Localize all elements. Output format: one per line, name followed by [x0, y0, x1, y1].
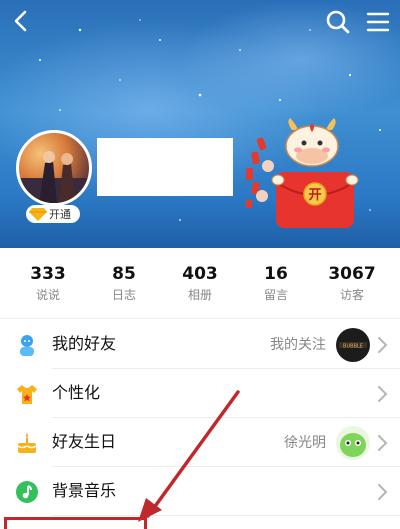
- menu-item-personalize[interactable]: 个性化: [0, 369, 400, 418]
- search-button[interactable]: [322, 6, 354, 38]
- stat-label: 留言: [263, 288, 288, 302]
- stat-label: 日志: [111, 288, 136, 302]
- music-note-icon: [14, 479, 40, 505]
- avatar[interactable]: [16, 130, 92, 206]
- birthday-cake-icon: [14, 430, 40, 456]
- ox-icon: [285, 118, 339, 167]
- profile-header: 开通 开: [0, 0, 400, 248]
- stat-label: 相册: [187, 288, 212, 302]
- stat-rizhi[interactable]: 85 日志: [89, 263, 159, 303]
- row-divider: [52, 515, 400, 516]
- following-avatar-text: BUBBLE: [343, 344, 363, 350]
- menu-item-music[interactable]: 背景音乐: [0, 467, 400, 516]
- ox-mascot-hongbao-image[interactable]: 开: [240, 116, 360, 234]
- divider: [0, 318, 400, 319]
- menu-item-title: 背景音乐: [52, 481, 117, 500]
- birthday-friend-avatar[interactable]: [336, 426, 370, 460]
- stat-value: 333: [30, 264, 66, 284]
- red-envelope-icon: 开: [271, 172, 359, 228]
- menu-list: 我的好友 我的关注 BUBBLE 个性化 好友生日 徐光明 背景音乐: [0, 320, 400, 516]
- stat-xiangce[interactable]: 403 相册: [165, 263, 235, 303]
- hongbao-open-text: 开: [308, 188, 321, 203]
- annotation-highlight-box: [4, 517, 147, 529]
- following-link[interactable]: 我的关注: [270, 335, 326, 355]
- menu-button[interactable]: [362, 6, 394, 38]
- following-avatar[interactable]: BUBBLE: [336, 328, 370, 362]
- back-button[interactable]: [6, 6, 36, 36]
- stat-value: 16: [264, 264, 288, 284]
- menu-item-title: 个性化: [52, 383, 101, 402]
- chevron-right-icon: [378, 484, 388, 500]
- menu-item-title: 好友生日: [52, 432, 117, 451]
- search-icon: [326, 10, 350, 34]
- stat-fangke[interactable]: 3067 访客: [317, 263, 387, 303]
- stat-liuyan[interactable]: 16 留言: [241, 263, 311, 303]
- chevron-left-icon: [14, 10, 27, 32]
- menu-item-birthday[interactable]: 好友生日 徐光明: [0, 418, 400, 467]
- stat-value: 85: [112, 264, 136, 284]
- friends-icon: [14, 332, 40, 358]
- vip-open-label: 开通: [49, 208, 71, 221]
- chevron-right-icon: [378, 386, 388, 402]
- firecracker-icon: [246, 137, 274, 208]
- chevron-right-icon: [378, 435, 388, 451]
- stat-shuoshuo[interactable]: 333 说说: [13, 263, 83, 303]
- hamburger-menu-icon: [366, 12, 390, 32]
- birthday-friend-name: 徐光明: [284, 435, 326, 451]
- vip-open-badge[interactable]: 开通: [26, 205, 80, 223]
- stat-label: 访客: [339, 288, 364, 302]
- stat-value: 3067: [328, 264, 376, 284]
- chevron-right-icon: [378, 337, 388, 353]
- nickname-redacted-box: [97, 138, 233, 196]
- stat-value: 403: [182, 264, 218, 284]
- diamond-icon: [29, 208, 47, 221]
- tshirt-icon: [14, 381, 40, 407]
- stat-label: 说说: [35, 288, 60, 302]
- stats-row: 333 说说 85 日志 403 相册 16 留言 3067 访客: [0, 250, 400, 316]
- menu-item-friends[interactable]: 我的好友 我的关注 BUBBLE: [0, 320, 400, 369]
- menu-item-title: 我的好友: [52, 334, 117, 353]
